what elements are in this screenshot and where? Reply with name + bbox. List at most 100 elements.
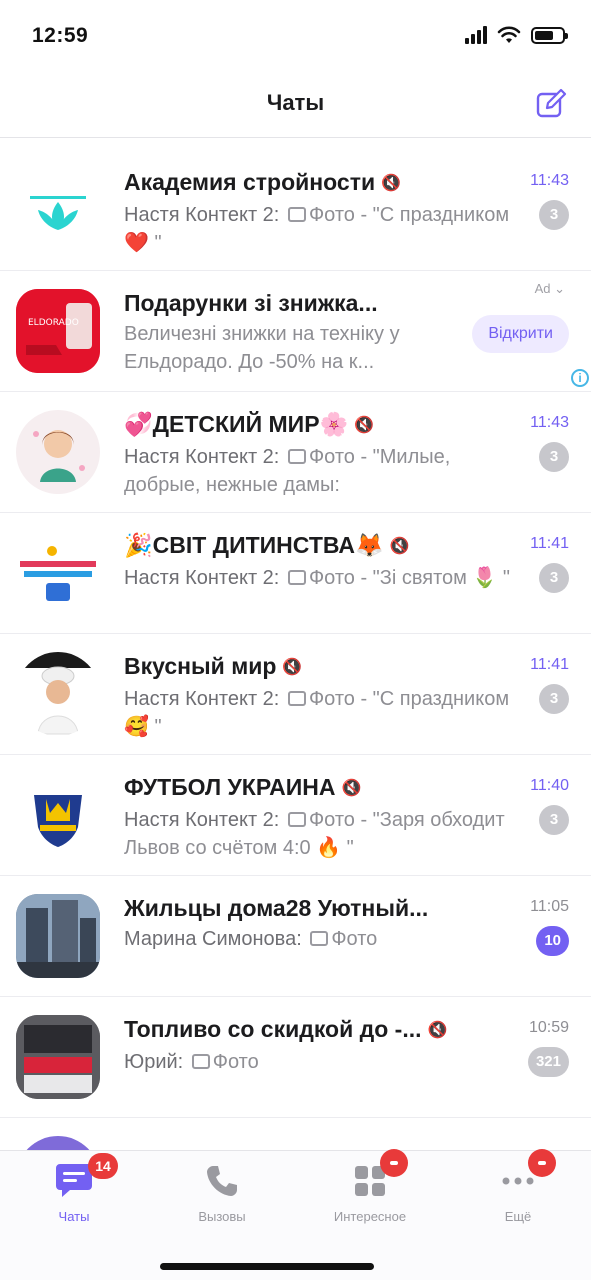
- chat-message: Фото - "Зі святом 🌷 ": [308, 566, 510, 589]
- battery-icon: [531, 26, 568, 44]
- chat-body: ФУТБОЛ УКРАИНА 🔇 Настя Контект 2: Фото - …: [124, 772, 519, 862]
- tab-more[interactable]: Ещё: [444, 1149, 591, 1231]
- photo-icon: [287, 206, 306, 222]
- unread-badge: 3: [539, 200, 569, 230]
- unread-badge: 3: [539, 442, 569, 472]
- chat-row[interactable]: Вкусный мир 🔇 Настя Контект 2: Фото - "С …: [0, 634, 591, 755]
- muted-icon: 🔇: [427, 1021, 448, 1039]
- chat-preview: Настя Контект 2: Фото - "Милые, добрые, …: [124, 443, 519, 499]
- chat-body: Жильцы дома28 Уютный... Марина Симонова:…: [124, 893, 519, 953]
- avatar: [16, 1015, 100, 1099]
- muted-icon: 🔇: [381, 174, 402, 192]
- ad-label[interactable]: Ad ⌄: [535, 281, 565, 297]
- tab-calls[interactable]: Вызовы: [148, 1161, 296, 1231]
- unread-badge: 3: [539, 805, 569, 835]
- chat-body: 💞ДЕТСКИЙ МИР🌸 🔇 Настя Контект 2: Фото - "…: [124, 409, 519, 499]
- muted-icon: 🔇: [389, 537, 410, 555]
- chat-body: Топливо со скидкой до -... 🔇 Юрий: Фото: [124, 1014, 519, 1076]
- phone-icon: [207, 1166, 237, 1196]
- chat-sender: Настя Контект 2:: [124, 808, 280, 831]
- avatar: [16, 168, 100, 252]
- chat-name: 🎉СВІТ ДИТИНСТВА🦊: [124, 532, 384, 558]
- header: Чаты: [0, 70, 591, 138]
- chat-sender: Настя Контект 2:: [124, 687, 280, 710]
- kids-logo-icon: [20, 546, 96, 601]
- ad-info-icon[interactable]: i: [571, 369, 589, 387]
- muted-icon: 🔇: [354, 416, 375, 434]
- chat-name: ФУТБОЛ УКРАИНА: [124, 774, 336, 800]
- chat-name: Жильцы дома28 Уютный...: [124, 895, 429, 921]
- home-indicator: [160, 1263, 374, 1270]
- chat-row[interactable]: Топливо со скидкой до -... 🔇 Юрий: Фото 1…: [0, 997, 591, 1118]
- chat-sender: Юрий:: [124, 1050, 184, 1073]
- photo-icon: [287, 569, 306, 585]
- football-crest-icon: [34, 795, 82, 847]
- chat-time: 11:43: [530, 172, 569, 189]
- chat-preview: Настя Контект 2: Фото - "С праздником 🥰 …: [124, 685, 519, 741]
- tab-chats[interactable]: 14 Чаты: [0, 1153, 148, 1231]
- chat-sender: Марина Симонова:: [124, 928, 302, 950]
- chat-body: 🎉СВІТ ДИТИНСТВА🦊 🔇 Настя Контект 2: Фото …: [124, 530, 519, 592]
- tab-explore[interactable]: Интересное: [296, 1149, 444, 1231]
- tab-more-label: Ещё: [504, 1209, 532, 1224]
- chat-sender: Настя Контект 2:: [124, 203, 280, 226]
- chat-time: 11:41: [530, 656, 569, 673]
- svg-text:ELDORADO: ELDORADO: [28, 318, 79, 328]
- ad-title: Подарунки зі знижка...: [124, 290, 378, 316]
- chat-time: 11:40: [530, 777, 569, 794]
- page-title: Чаты: [266, 90, 325, 115]
- chat-row[interactable]: 💞ДЕТСКИЙ МИР🌸 🔇 Настя Контект 2: Фото - "…: [0, 392, 591, 513]
- chat-preview: Настя Контект 2: Фото - "Зі святом 🌷 ": [124, 564, 519, 592]
- chat-list[interactable]: Академия стройности 🔇 Настя Контект 2: Фо…: [0, 150, 591, 1150]
- chat-row[interactable]: 🎉СВІТ ДИТИНСТВА🦊 🔇 Настя Контект 2: Фото …: [0, 513, 591, 634]
- chat-row[interactable]: Жильцы дома28 Уютный... Марина Симонова:…: [0, 876, 591, 997]
- tab-calls-label: Вызовы: [198, 1209, 246, 1224]
- chat-row[interactable]: ФУТБОЛ УКРАИНА 🔇 Настя Контект 2: Фото - …: [0, 755, 591, 876]
- status-icons: [465, 26, 568, 44]
- unread-badge: 10: [536, 926, 569, 956]
- chat-name: Академия стройности: [124, 169, 376, 195]
- chat-time: 11:41: [530, 535, 569, 552]
- chef-avatar-icon: [16, 652, 100, 735]
- lotus-logo-icon: [30, 196, 86, 230]
- ad-body: Подарунки зі знижка... Величезні знижки …: [124, 288, 451, 376]
- muted-icon: 🔇: [341, 779, 362, 797]
- unread-badge: 321: [527, 1047, 569, 1077]
- photo-icon: [287, 690, 306, 706]
- avatar: [16, 1136, 100, 1150]
- compose-icon: [536, 88, 567, 118]
- fuel-station-photo-icon: [16, 1015, 100, 1099]
- cellular-signal-icon: [465, 26, 487, 44]
- ad-avatar: ELDORADO: [16, 289, 100, 373]
- chat-name: 💞ДЕТСКИЙ МИР🌸: [124, 411, 349, 437]
- chat-row[interactable]: Академия стройности 🔇 Настя Контект 2: Фо…: [0, 150, 591, 271]
- chat-name: Топливо со скидкой до -...: [124, 1016, 422, 1042]
- girl-avatar-icon: [33, 430, 85, 482]
- tab-chats-label: Чаты: [58, 1209, 90, 1224]
- ad-text: Величезні знижки на техніку у Ельдорадо.…: [124, 323, 400, 373]
- status-bar: 12:59: [0, 0, 591, 70]
- more-dots-icon: [502, 1177, 534, 1185]
- chat-row[interactable]: [0, 1118, 591, 1150]
- avatar: [16, 410, 100, 494]
- photo-icon: [287, 811, 306, 827]
- photo-icon: [191, 1053, 210, 1069]
- ad-row[interactable]: ELDORADO Подарунки зі знижка... Величезн…: [0, 271, 591, 392]
- chat-message: Фото: [331, 928, 378, 950]
- photo-icon: [310, 931, 329, 946]
- unread-badge: 3: [539, 563, 569, 593]
- chats-unread-badge: 14: [88, 1153, 118, 1179]
- building-photo-icon: [16, 894, 100, 978]
- chat-message: Фото: [212, 1050, 259, 1073]
- bottom-nav: 14 Чаты Вызовы Интересное Ещё: [0, 1149, 591, 1280]
- ad-image-icon: ELDORADO: [16, 289, 100, 373]
- avatar: [16, 652, 100, 736]
- muted-icon: 🔇: [282, 658, 303, 676]
- chat-sender: Настя Контект 2:: [124, 566, 280, 589]
- compose-button[interactable]: [533, 86, 569, 122]
- ad-open-button[interactable]: Відкрити: [472, 315, 569, 353]
- chat-time: 11:43: [530, 414, 569, 431]
- chat-preview: Настя Контект 2: Фото - "Заря обходит Ль…: [124, 806, 519, 862]
- wifi-icon: [497, 26, 521, 43]
- explore-notification-dot: [380, 1149, 408, 1177]
